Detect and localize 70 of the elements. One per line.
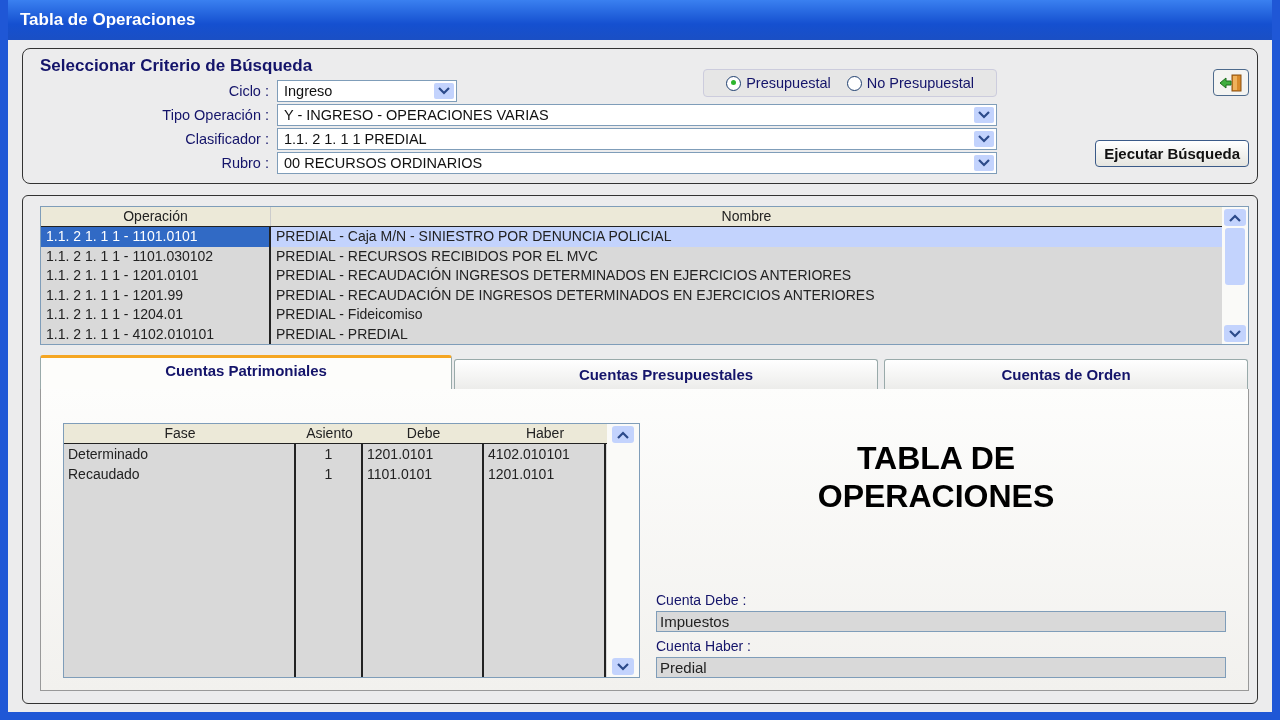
table-cell: 1.1. 2 1. 1 1 - 4102.010101 — [41, 324, 271, 344]
table-cell-text: 1201.0101 — [487, 465, 556, 484]
table-cell-text: 1 — [323, 465, 334, 484]
group-title: Seleccionar Criterio de Búsqueda — [39, 56, 314, 76]
radio-icon[interactable] — [726, 75, 742, 91]
chevron-up-icon — [617, 430, 629, 439]
tab[interactable]: Cuentas Patrimoniales — [40, 355, 452, 389]
table-row[interactable]: 1.1. 2 1. 1 1 - 1101.030102 PREDIAL - RECURSOS RECIBIDOS POR EL MVC — [41, 246, 1222, 266]
column-header[interactable]: Haber — [484, 424, 606, 443]
column-header[interactable]: Operación — [41, 207, 271, 226]
table-cell-text: Determinado — [67, 445, 150, 464]
field-label: Cuenta Debe : — [656, 592, 748, 608]
caret-icon — [974, 131, 994, 147]
tab[interactable]: Cuentas de Orden — [884, 359, 1248, 389]
table-row[interactable]: 1.1. 2 1. 1 1 - 1201.99 PREDIAL - RECAUDACIÓN DE INGRESOS DETERMINADOS EN EJERCICIOS ANTERIORES — [41, 285, 1222, 305]
dropdown-field[interactable]: 1.1. 2 1. 1 1 PREDIAL — [277, 128, 997, 150]
search-button[interactable]: Ejecutar Búsqueda — [1095, 140, 1249, 167]
column-header[interactable]: Fase — [64, 424, 296, 443]
table-cell: 1.1. 2 1. 1 1 - 1101.0101 — [41, 227, 271, 247]
radio-option[interactable]: No Presupuestal — [846, 75, 974, 91]
scroll-up-button[interactable] — [612, 426, 634, 443]
table-cell-text: 4102.010101 — [487, 445, 571, 464]
table-row[interactable]: 1.1. 2 1. 1 1 - 1204.01 PREDIAL - Fideicomiso — [41, 305, 1222, 325]
table-cell-text: Recaudado — [67, 465, 141, 484]
table-cell-text: PREDIAL - Fideicomiso — [275, 305, 424, 324]
field-label: Clasificador : — [184, 131, 270, 147]
table-cell-text: PREDIAL - PREDIAL — [275, 324, 409, 344]
window-title: Tabla de Operaciones — [20, 10, 196, 30]
table-cell: 1.1. 2 1. 1 1 - 1204.01 — [41, 305, 271, 325]
table-cell-text: PREDIAL - RECAUDACIÓN INGRESOS DETERMINADOS EN EJERCICIOS ANTERIORES — [275, 266, 853, 285]
radio-icon[interactable] — [846, 75, 862, 91]
caret-icon — [974, 107, 994, 123]
scrollbar-thumb[interactable] — [1225, 228, 1245, 285]
table-row[interactable]: 1.1. 2 1. 1 1 - 1101.0101 PREDIAL - Caja M/N - SINIESTRO POR DENUNCIA POLICIAL — [41, 227, 1222, 247]
caret-icon — [434, 83, 454, 99]
table-cell: 1.1. 2 1. 1 1 - 1101.030102 — [41, 246, 271, 266]
table-cell: PREDIAL - Caja M/N - SINIESTRO POR DENUNCIA POLICIAL — [271, 227, 1222, 247]
table-cell: 1.1. 2 1. 1 1 - 1201.0101 — [41, 266, 271, 286]
readonly-field[interactable]: Predial — [656, 657, 1226, 678]
chevron-down-icon — [617, 662, 629, 671]
readonly-field[interactable]: Impuestos — [656, 611, 1226, 632]
chevron-down-icon — [1229, 329, 1241, 338]
scroll-down-button[interactable] — [612, 658, 634, 675]
column-header[interactable]: Debe — [363, 424, 484, 443]
dropdown-field[interactable]: Y - INGRESO - OPERACIONES VARIAS — [277, 104, 997, 126]
field-label: Rubro : — [220, 155, 270, 171]
door-arrow-icon — [1218, 72, 1244, 93]
exit-button[interactable] — [1213, 69, 1249, 96]
column-header[interactable]: Nombre — [271, 207, 1222, 226]
table-cell-text: 1 — [323, 445, 334, 464]
field-label: Ciclo : — [227, 83, 270, 99]
dropdown-field[interactable]: 00 RECURSOS ORDINARIOS — [277, 152, 997, 174]
scroll-down-button[interactable] — [1224, 325, 1246, 342]
table-cell-text: 1101.0101 — [366, 465, 434, 484]
table-cell: 1.1. 2 1. 1 1 - 1201.99 — [41, 285, 271, 305]
table-row[interactable]: 1.1. 2 1. 1 1 - 4102.010101 PREDIAL - PREDIAL — [41, 324, 1222, 344]
tab[interactable]: Cuentas Presupuestales — [454, 359, 878, 389]
column-header[interactable]: Asiento — [296, 424, 363, 443]
chevron-up-icon — [1229, 213, 1241, 222]
table-cell-text: 1201.0101 — [366, 445, 435, 464]
field-label: Cuenta Haber : — [656, 638, 752, 654]
caret-icon — [974, 155, 994, 171]
table-cell-text: PREDIAL - RECURSOS RECIBIDOS POR EL MVC — [275, 246, 599, 266]
table-cell-text: PREDIAL - RECAUDACIÓN DE INGRESOS DETERMINADOS EN EJERCICIOS ANTERIORES — [275, 285, 876, 305]
table-row[interactable]: 1.1. 2 1. 1 1 - 1201.0101 PREDIAL - RECAUDACIÓN INGRESOS DETERMINADOS EN EJERCICIOS ANTERIORES — [41, 266, 1222, 286]
field-label: Tipo Operación : — [161, 107, 270, 123]
overlay-heading: TABLA DE OPERACIONES — [817, 439, 1055, 516]
dropdown-field[interactable]: Ingreso — [277, 80, 457, 102]
scroll-up-button[interactable] — [1224, 209, 1246, 226]
radio-option[interactable]: Presupuestal — [726, 75, 831, 91]
